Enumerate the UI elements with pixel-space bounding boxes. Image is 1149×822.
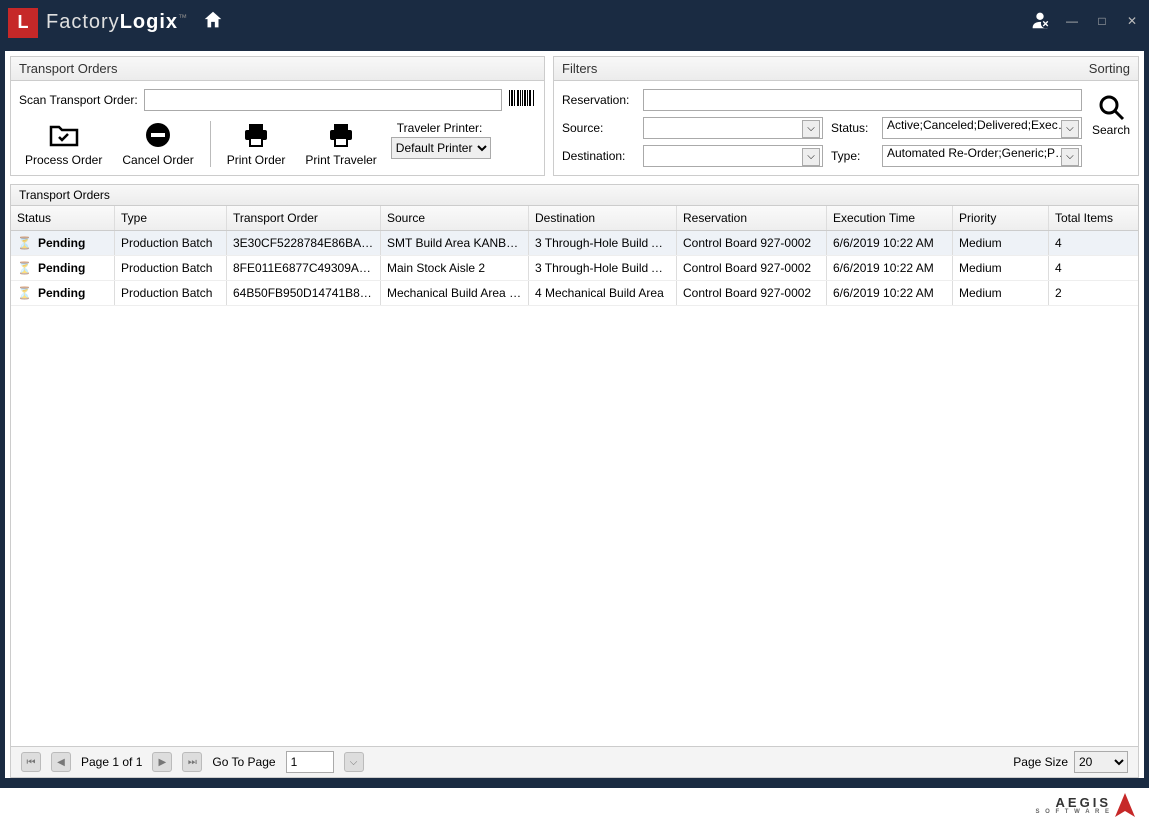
destination-label: Destination:	[562, 149, 635, 163]
reservation-label: Reservation:	[562, 93, 635, 107]
minimize-button[interactable]: —	[1063, 14, 1081, 32]
grid-title: Transport Orders	[11, 185, 1138, 206]
destination-select[interactable]	[643, 145, 823, 167]
transport-orders-grid: Transport Orders Status Type Transport O…	[10, 184, 1139, 778]
cell-execution-time: 6/6/2019 10:22 AM	[827, 281, 953, 305]
search-button[interactable]: Search	[1092, 93, 1130, 137]
hourglass-icon: ⏳	[17, 261, 32, 275]
reservation-input[interactable]	[643, 89, 1082, 111]
cell-status: ⏳Pending	[11, 231, 115, 255]
first-page-button[interactable]: ⏮	[21, 752, 41, 772]
printer-icon	[242, 121, 270, 149]
aegis-logo: AEGIS S O F T W A R E	[1035, 793, 1135, 817]
page-info: Page 1 of 1	[81, 755, 142, 769]
main-frame: Transport Orders Scan Transport Order: P…	[0, 45, 1149, 788]
cell-execution-time: 6/6/2019 10:22 AM	[827, 256, 953, 280]
cell-status: ⏳Pending	[11, 256, 115, 280]
print-order-button[interactable]: Print Order	[221, 121, 292, 167]
search-icon	[1097, 93, 1125, 121]
col-status[interactable]: Status	[11, 206, 115, 230]
cell-reservation: Control Board 927-0002	[677, 256, 827, 280]
next-page-button[interactable]: ▶	[152, 752, 172, 772]
sorting-link[interactable]: Sorting	[1089, 61, 1130, 76]
cell-type: Production Batch	[115, 256, 227, 280]
cancel-order-button[interactable]: Cancel Order	[116, 121, 199, 167]
col-source[interactable]: Source	[381, 206, 529, 230]
transport-orders-panel: Transport Orders Scan Transport Order: P…	[10, 56, 545, 176]
cell-total-items: 4	[1049, 256, 1121, 280]
grid-header: Status Type Transport Order Source Desti…	[11, 206, 1138, 231]
col-priority[interactable]: Priority	[953, 206, 1049, 230]
page-size-select[interactable]: 20	[1074, 751, 1128, 773]
printer-icon	[327, 121, 355, 149]
cell-transport-order: 64B50FB950D14741B816…	[227, 281, 381, 305]
panel-title: Filters	[562, 61, 597, 76]
separator	[210, 121, 211, 167]
folder-check-icon	[49, 121, 79, 149]
cell-execution-time: 6/6/2019 10:22 AM	[827, 231, 953, 255]
process-order-button[interactable]: Process Order	[19, 121, 108, 167]
last-page-button[interactable]: ⏭	[182, 752, 202, 772]
type-select[interactable]: Automated Re-Order;Generic;P…	[882, 145, 1082, 167]
page-size-label: Page Size	[1013, 755, 1068, 769]
cell-status: ⏳Pending	[11, 281, 115, 305]
hourglass-icon: ⏳	[17, 286, 32, 300]
cancel-icon	[145, 121, 171, 149]
grid-pager: ⏮ ◀ Page 1 of 1 ▶ ⏭ Go To Page ⌵ Page Si…	[11, 746, 1138, 777]
hourglass-icon: ⏳	[17, 236, 32, 250]
cell-source: Mechanical Build Area Fl…	[381, 281, 529, 305]
cell-transport-order: 8FE011E6877C49309ABA…	[227, 256, 381, 280]
scan-label: Scan Transport Order:	[19, 93, 138, 107]
table-row[interactable]: ⏳PendingProduction Batch3E30CF5228784E86…	[11, 231, 1138, 256]
print-traveler-button[interactable]: Print Traveler	[299, 121, 382, 167]
source-label: Source:	[562, 121, 635, 135]
cell-source: SMT Build Area KANBAN…	[381, 231, 529, 255]
traveler-printer-label: Traveler Printer:	[397, 121, 491, 135]
user-icon[interactable]	[1029, 9, 1051, 36]
close-button[interactable]: ✕	[1123, 14, 1141, 32]
status-label: Status:	[831, 121, 874, 135]
cell-destination: 3 Through-Hole Build Ar…	[529, 231, 677, 255]
cell-total-items: 2	[1049, 281, 1121, 305]
cell-transport-order: 3E30CF5228784E86BA7B…	[227, 231, 381, 255]
col-destination[interactable]: Destination	[529, 206, 677, 230]
cell-priority: Medium	[953, 231, 1049, 255]
app-header: L FactoryLogix™ — □ ✕	[0, 0, 1149, 45]
cell-source: Main Stock Aisle 2	[381, 256, 529, 280]
barcode-icon	[508, 90, 536, 111]
panel-title: Transport Orders	[11, 57, 544, 81]
prev-page-button[interactable]: ◀	[51, 752, 71, 772]
col-reservation[interactable]: Reservation	[677, 206, 827, 230]
cell-type: Production Batch	[115, 231, 227, 255]
col-type[interactable]: Type	[115, 206, 227, 230]
traveler-printer-select[interactable]: Default Printer	[391, 137, 491, 159]
col-execution-time[interactable]: Execution Time	[827, 206, 953, 230]
col-transport-order[interactable]: Transport Order	[227, 206, 381, 230]
footer: AEGIS S O F T W A R E	[0, 788, 1149, 822]
cell-destination: 4 Mechanical Build Area	[529, 281, 677, 305]
app-logo: L	[8, 8, 38, 38]
source-select[interactable]	[643, 117, 823, 139]
goto-page-input[interactable]	[286, 751, 334, 773]
cell-type: Production Batch	[115, 281, 227, 305]
cell-reservation: Control Board 927-0002	[677, 281, 827, 305]
scan-input[interactable]	[144, 89, 502, 111]
cell-reservation: Control Board 927-0002	[677, 231, 827, 255]
app-brand: FactoryLogix™	[46, 11, 188, 34]
maximize-button[interactable]: □	[1093, 14, 1111, 32]
filters-panel: Filters Sorting Reservation: Source: Sta…	[553, 56, 1139, 176]
col-total-items[interactable]: Total Items	[1049, 206, 1121, 230]
goto-label: Go To Page	[212, 755, 275, 769]
type-label: Type:	[831, 149, 874, 163]
cell-destination: 3 Through-Hole Build Ar…	[529, 256, 677, 280]
cell-total-items: 4	[1049, 231, 1121, 255]
goto-page-dropdown[interactable]: ⌵	[344, 752, 364, 772]
home-icon[interactable]	[202, 9, 224, 36]
cell-priority: Medium	[953, 281, 1049, 305]
table-row[interactable]: ⏳PendingProduction Batch8FE011E6877C4930…	[11, 256, 1138, 281]
table-row[interactable]: ⏳PendingProduction Batch64B50FB950D14741…	[11, 281, 1138, 306]
status-select[interactable]: Active;Canceled;Delivered;Exec…	[882, 117, 1082, 139]
cell-priority: Medium	[953, 256, 1049, 280]
